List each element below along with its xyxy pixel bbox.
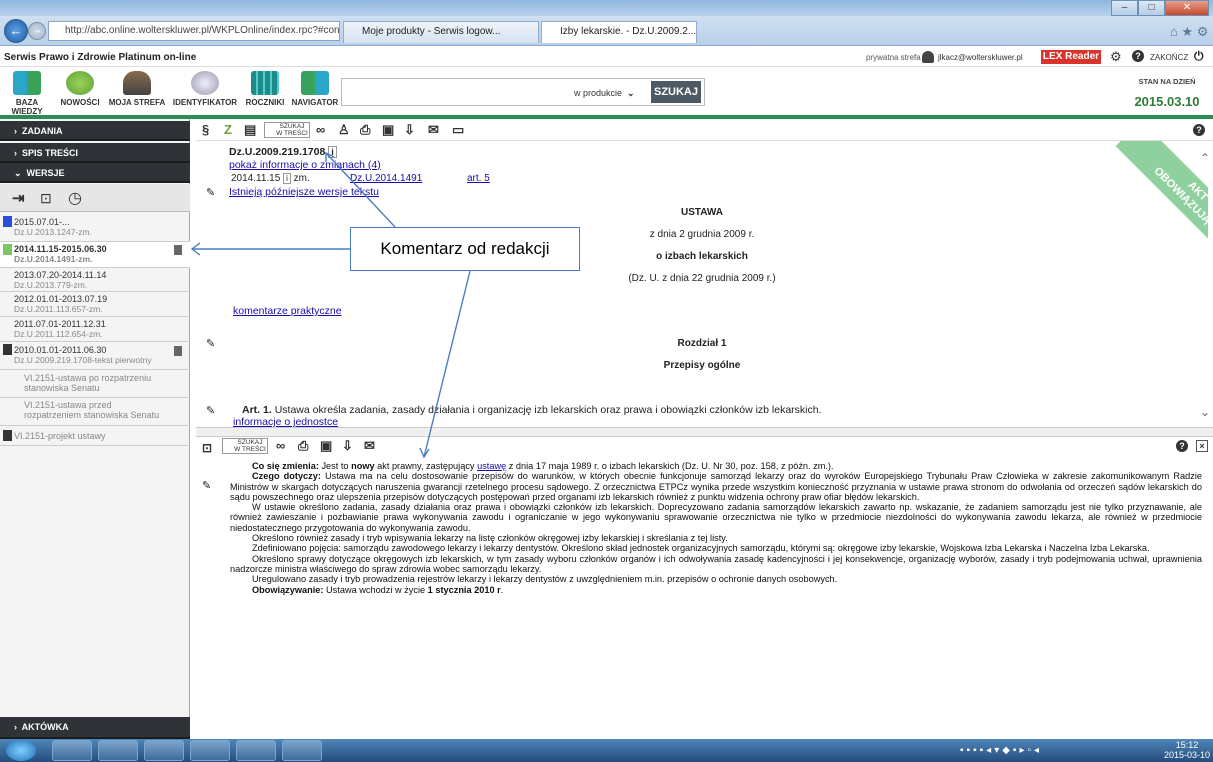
editorial-comment-callout: Komentarz od redakcji	[350, 227, 580, 271]
firefox-taskbar-icon[interactable]	[52, 740, 92, 761]
callout-arrows	[190, 151, 471, 459]
windows-taskbar: ▪▪▪▪◂▾◆▪▸▫◂ 15:12 2015-03-10	[0, 739, 1213, 762]
start-button[interactable]	[6, 740, 36, 761]
clock[interactable]: 15:12 2015-03-10	[1164, 740, 1210, 760]
word-taskbar-icon[interactable]	[282, 740, 322, 761]
tray-icons[interactable]: ▪▪▪▪◂▾◆▪▸▫◂	[960, 745, 1042, 756]
ie-taskbar-icon[interactable]	[190, 740, 230, 761]
outlook-taskbar-icon[interactable]	[144, 740, 184, 761]
explorer-taskbar-icon[interactable]	[98, 740, 138, 761]
folder-taskbar-icon[interactable]	[236, 740, 276, 761]
